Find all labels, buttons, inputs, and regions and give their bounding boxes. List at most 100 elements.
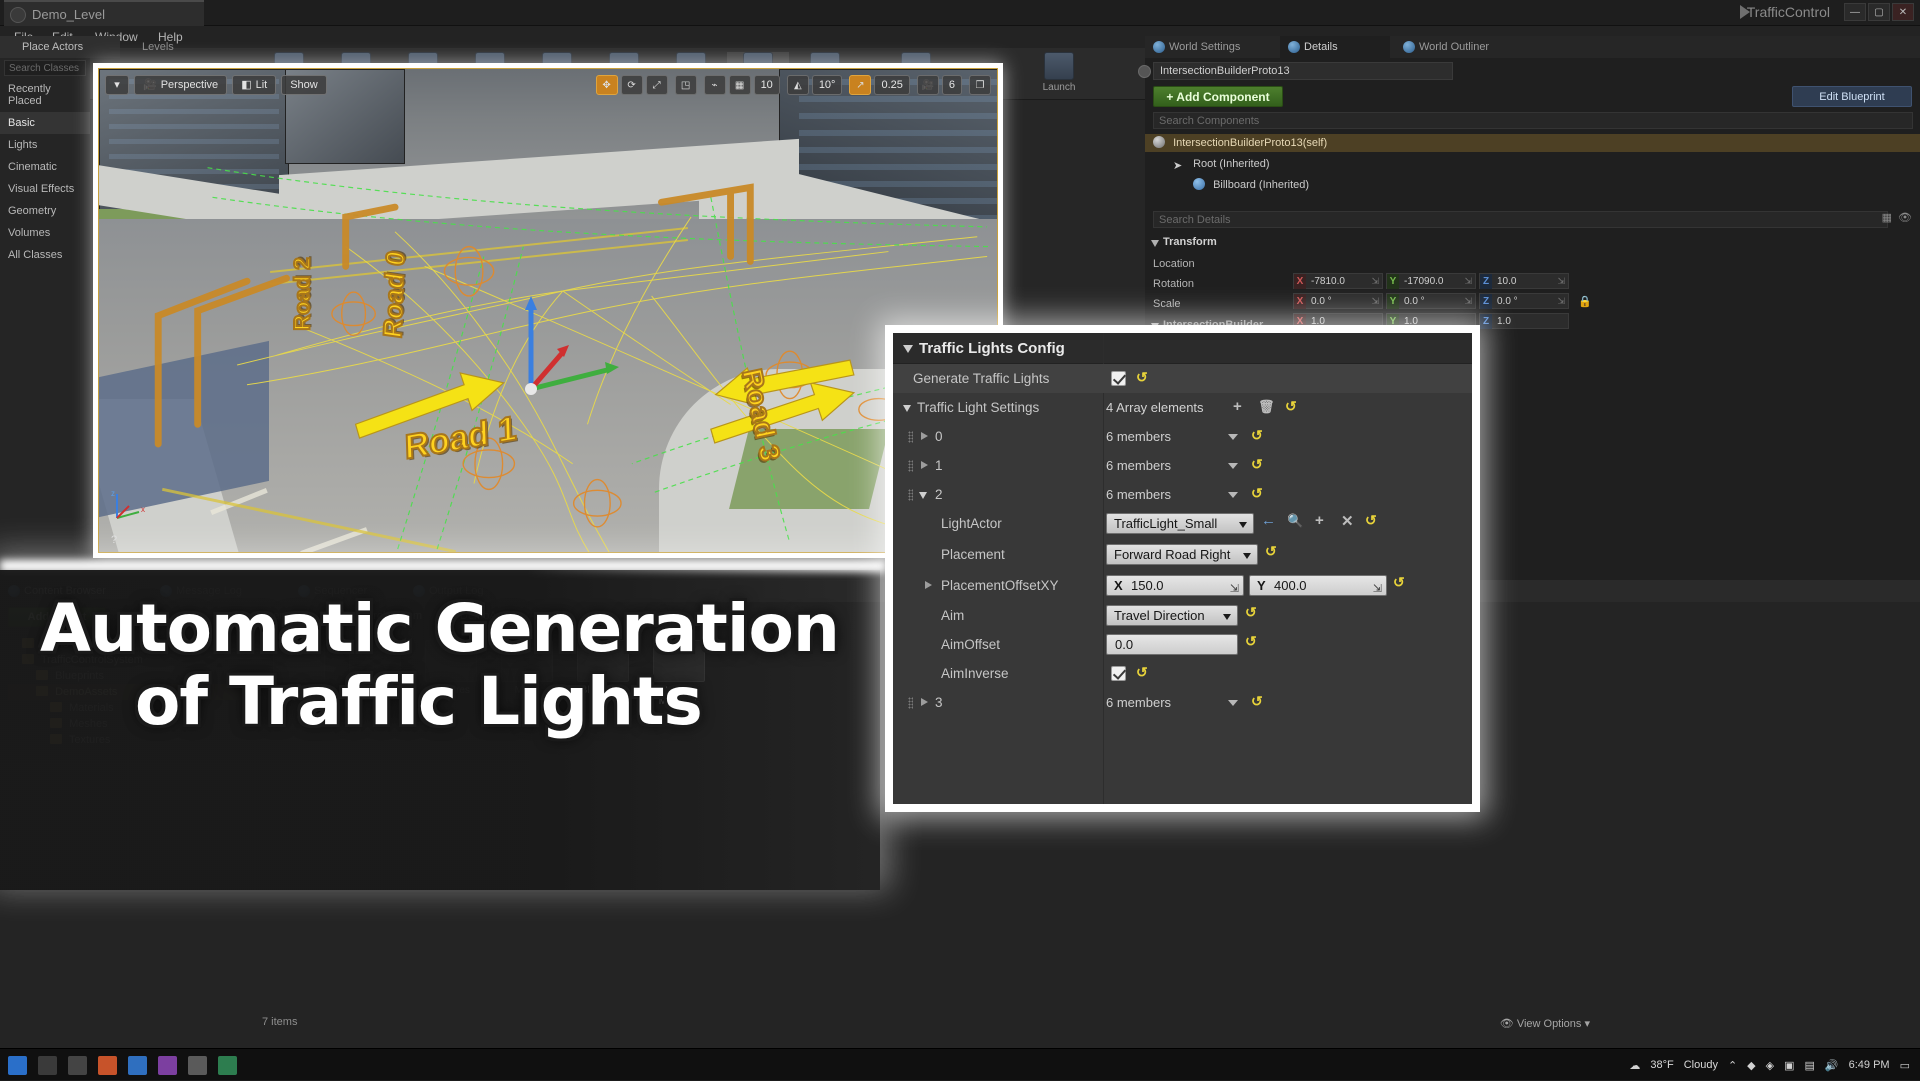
chevron-right-icon[interactable] — [925, 581, 932, 589]
field-placement-offset-y[interactable]: Y 400.0 ⇲ — [1249, 575, 1387, 596]
translate-mode-icon[interactable]: ✥ — [595, 75, 618, 95]
browse-asset-button[interactable]: 🔍 — [1287, 513, 1303, 529]
grid-snap-icon[interactable]: ▦ — [728, 75, 751, 95]
field-aim-offset[interactable]: 0.0 — [1106, 634, 1238, 655]
chevron-down-icon[interactable] — [919, 492, 927, 499]
chevron-down-icon[interactable] — [903, 405, 911, 412]
actor-name-field[interactable]: IntersectionBuilderProto13 — [1138, 62, 1453, 80]
firefox-icon[interactable] — [98, 1056, 117, 1075]
eye-icon[interactable]: 👁 — [1898, 211, 1912, 224]
use-selected-button[interactable]: ← — [1261, 512, 1276, 529]
chevron-up-icon[interactable]: ⌃ — [1728, 1059, 1737, 1072]
close-button[interactable]: ✕ — [1892, 3, 1914, 21]
camera-speed-value[interactable]: 6 — [941, 75, 962, 95]
scale-z-field[interactable]: Z 1.0 — [1479, 313, 1569, 329]
reset-icon[interactable]: ↺ — [1365, 512, 1377, 529]
chevron-down-icon[interactable] — [1228, 434, 1238, 440]
checkbox-generate-traffic-lights[interactable] — [1111, 371, 1126, 386]
component-row-root[interactable]: ➤ Root (Inherited) — [1173, 155, 1270, 173]
search-components-input[interactable]: Search Components — [1153, 112, 1913, 129]
reset-icon[interactable]: ↺ — [1245, 633, 1257, 650]
chevron-right-icon[interactable] — [921, 461, 928, 469]
tray-icon-2[interactable]: ◈ — [1766, 1059, 1774, 1072]
tab-place-actors[interactable]: Place Actors — [0, 36, 120, 58]
reset-icon[interactable]: ↺ — [1136, 664, 1148, 681]
combo-placement[interactable]: Forward Road Right — [1106, 544, 1258, 565]
reset-icon[interactable]: ↺ — [1136, 369, 1148, 386]
checkbox-aim-inverse[interactable] — [1111, 666, 1126, 681]
component-row-self[interactable]: IntersectionBuilderProto13(self) — [1145, 134, 1920, 152]
drag-handle-icon[interactable] — [908, 431, 913, 443]
clear-asset-button[interactable]: ✕ — [1341, 512, 1354, 530]
add-array-element-button[interactable]: + — [1233, 398, 1242, 415]
rotation-snap-icon[interactable]: ◭ — [786, 75, 809, 95]
reset-icon[interactable]: ↺ — [1245, 604, 1257, 621]
edit-blueprint-button[interactable]: Edit Blueprint — [1792, 86, 1912, 107]
drag-handle-icon[interactable] — [908, 489, 913, 501]
transform-gizmo[interactable] — [511, 294, 621, 404]
tray-icon-1[interactable]: ◆ — [1747, 1059, 1755, 1072]
sidebar-item-recently-placed[interactable]: Recently Placed — [0, 78, 90, 112]
camera-speed-icon[interactable]: 🎥 — [916, 75, 939, 95]
coordinate-system-icon[interactable]: ◳ — [674, 75, 697, 95]
chevron-down-icon[interactable] — [1228, 700, 1238, 706]
grid-view-icon[interactable]: ▦ — [1882, 211, 1892, 224]
chevron-down-icon[interactable] — [1228, 463, 1238, 469]
unreal-icon[interactable] — [188, 1056, 207, 1075]
sidebar-item-geometry[interactable]: Geometry — [0, 200, 90, 222]
explorer-icon[interactable] — [128, 1056, 147, 1075]
tab-details[interactable]: Details — [1280, 36, 1390, 58]
perspective-button[interactable]: 🎥 Perspective — [134, 75, 228, 95]
maximize-viewport-icon[interactable]: ❐ — [969, 75, 991, 95]
grid-snap-value[interactable]: 10 — [753, 75, 780, 95]
clear-array-button[interactable]: 🗑 — [1258, 399, 1275, 415]
reset-icon[interactable]: ↺ — [1265, 543, 1277, 560]
field-placement-offset-x[interactable]: X 150.0 ⇲ — [1106, 575, 1244, 596]
show-button[interactable]: Show — [281, 75, 327, 95]
volume-icon[interactable]: 🔊 — [1825, 1059, 1839, 1072]
chevron-right-icon[interactable] — [921, 698, 928, 706]
combo-light-actor[interactable]: TrafficLight_Small — [1106, 513, 1254, 534]
surface-snap-icon[interactable]: ⌁ — [703, 75, 726, 95]
sidebar-item-cinematic[interactable]: Cinematic — [0, 156, 90, 178]
rotation-snap-value[interactable]: 10° — [811, 75, 843, 95]
task-view-icon[interactable] — [68, 1056, 87, 1075]
add-component-button[interactable]: + Add Component — [1153, 86, 1283, 107]
reset-icon[interactable]: ↺ — [1285, 398, 1297, 415]
toolbar-launch[interactable]: Launch — [1028, 52, 1090, 98]
search-classes-input[interactable]: Search Classes — [4, 60, 86, 76]
scale-mode-icon[interactable]: ⤢ — [645, 75, 668, 95]
combo-aim[interactable]: Travel Direction — [1106, 605, 1238, 626]
start-button-icon[interactable] — [8, 1056, 27, 1075]
sidebar-item-lights[interactable]: Lights — [0, 134, 90, 156]
viewport-help-icon[interactable]: ? — [111, 534, 117, 546]
component-row-billboard[interactable]: Billboard (Inherited) — [1193, 176, 1309, 194]
network-icon[interactable]: ▤ — [1805, 1059, 1815, 1072]
sidebar-item-visual-effects[interactable]: Visual Effects — [0, 178, 90, 200]
view-options-button[interactable]: 👁 View Options ▾ — [1500, 1017, 1590, 1030]
search-details-input[interactable]: Search Details — [1153, 211, 1888, 228]
drag-handle-icon[interactable]: ⇲ — [1230, 579, 1239, 599]
reset-icon[interactable]: ↺ — [1251, 485, 1263, 502]
tray-icon-3[interactable]: ▣ — [1784, 1059, 1794, 1072]
sidebar-item-volumes[interactable]: Volumes — [0, 222, 90, 244]
maximize-button[interactable]: ▢ — [1868, 3, 1890, 21]
tab-levels[interactable]: Levels — [122, 36, 212, 58]
lit-button[interactable]: ◧ Lit — [232, 75, 277, 95]
clock-label[interactable]: 6:49 PM — [1849, 1059, 1890, 1071]
reset-icon[interactable]: ↺ — [1251, 427, 1263, 444]
search-icon[interactable] — [38, 1056, 57, 1075]
tab-world-outliner[interactable]: World Outliner — [1395, 36, 1545, 58]
chevron-down-icon[interactable] — [1228, 492, 1238, 498]
config-panel-header[interactable]: Traffic Lights Config — [893, 333, 1472, 364]
reset-icon[interactable]: ↺ — [1251, 693, 1263, 710]
level-tab[interactable]: Demo_Level — [4, 0, 204, 26]
tab-world-settings[interactable]: World Settings — [1145, 36, 1275, 58]
viewport-menu-button[interactable]: ▾ — [105, 75, 129, 95]
scale-snap-icon[interactable]: ↗ — [849, 75, 872, 95]
reset-icon[interactable]: ↺ — [1251, 456, 1263, 473]
rotate-mode-icon[interactable]: ⟳ — [620, 75, 643, 95]
app2-icon[interactable] — [218, 1056, 237, 1075]
sidebar-item-basic[interactable]: Basic — [0, 112, 90, 134]
drag-handle-icon[interactable] — [908, 460, 913, 472]
